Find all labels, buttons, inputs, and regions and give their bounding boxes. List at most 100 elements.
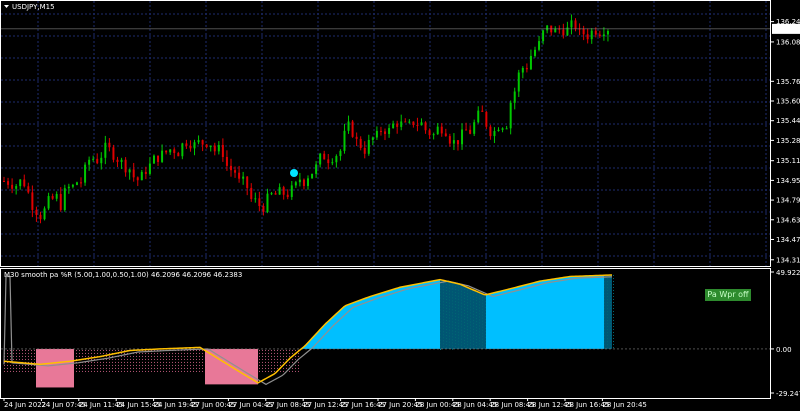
- candle-body: [307, 178, 309, 186]
- indicator-toggle-button[interactable]: Pa Wpr off: [705, 289, 751, 301]
- indicator-dot: [16, 367, 17, 369]
- indicator-dot: [76, 349, 77, 351]
- indicator-dot: [175, 352, 176, 354]
- indicator-dot: [172, 367, 173, 369]
- candle-body: [27, 186, 30, 193]
- indicator-dot: [202, 364, 203, 366]
- indicator-dot: [172, 364, 173, 366]
- indicator-dot: [298, 355, 299, 357]
- candle-body: [533, 49, 536, 56]
- candle-body: [416, 125, 419, 127]
- candle-body: [440, 126, 443, 134]
- indicator-dot: [16, 358, 17, 360]
- candle-body: [80, 182, 83, 184]
- indicator-dot: [13, 349, 14, 351]
- indicator-dot: [121, 349, 122, 351]
- indicator-dot: [196, 349, 197, 351]
- indicator-dot: [10, 367, 11, 369]
- indicator-dot: [25, 370, 26, 372]
- indicator-dot: [22, 358, 23, 360]
- indicator-dot: [25, 367, 26, 369]
- candle-body: [408, 121, 411, 123]
- indicator-dot: [181, 367, 182, 369]
- indicator-dot: [22, 364, 23, 366]
- indicator-dot: [115, 364, 116, 366]
- indicator-dot: [190, 361, 191, 363]
- indicator-dot: [19, 355, 20, 357]
- candle-body: [242, 176, 245, 179]
- indicator-dot: [259, 361, 260, 363]
- indicator-dot: [76, 364, 77, 366]
- indicator-dot: [142, 370, 143, 372]
- indicator-dot: [274, 358, 275, 360]
- indicator-dot: [148, 361, 149, 363]
- indicator-dot: [139, 352, 140, 354]
- indicator-dot: [268, 358, 269, 360]
- indicator-dot: [118, 349, 119, 351]
- indicator-dot: [109, 355, 110, 357]
- indicator-dot: [178, 370, 179, 372]
- indicator-dot: [145, 370, 146, 372]
- indicator-dot: [298, 352, 299, 354]
- indicator-dot: [295, 349, 296, 351]
- indicator-dot: [277, 352, 278, 354]
- indicator-dot: [79, 349, 80, 351]
- candle-body: [529, 55, 532, 70]
- indicator-dot: [271, 361, 272, 363]
- indicator-dot: [31, 361, 32, 363]
- indicator-dot: [148, 364, 149, 366]
- indicator-dot: [160, 361, 161, 363]
- indicator-dot: [34, 355, 35, 357]
- current-price-label: 136.186: [774, 25, 800, 33]
- indicator-dot: [145, 355, 146, 357]
- indicator-dot: [7, 367, 8, 369]
- indicator-dot: [106, 370, 107, 372]
- indicator-dot: [106, 349, 107, 351]
- indicator-dot: [82, 370, 83, 372]
- indicator-dot: [196, 364, 197, 366]
- indicator-dot: [88, 352, 89, 354]
- indicator-dot: [175, 358, 176, 360]
- candle-body: [124, 159, 127, 173]
- indicator-dot: [109, 349, 110, 351]
- indicator-dot: [154, 361, 155, 363]
- indicator-dot: [178, 352, 179, 354]
- indicator-dot: [259, 364, 260, 366]
- indicator-dot: [28, 358, 29, 360]
- indicator-dot: [283, 370, 284, 372]
- indicator-dot: [280, 358, 281, 360]
- candle-body: [246, 176, 249, 188]
- indicator-dot: [196, 352, 197, 354]
- indicator-dot: [172, 358, 173, 360]
- indicator-dot: [295, 355, 296, 357]
- indicator-dot: [34, 358, 35, 360]
- indicator-dot: [118, 367, 119, 369]
- candle-body: [461, 129, 464, 145]
- indicator-dot: [25, 364, 26, 366]
- indicator-dot: [154, 358, 155, 360]
- indicator-dot: [175, 361, 176, 363]
- candle-body: [335, 156, 338, 163]
- indicator-dot: [130, 367, 131, 369]
- indicator-dot: [136, 355, 137, 357]
- indicator-dot: [112, 364, 113, 366]
- indicator-dot: [151, 367, 152, 369]
- indicator-dot: [22, 349, 23, 351]
- chart-window[interactable]: USDJPY,M15 M30 smooth pa %R (5.00,1.00,0.…: [0, 0, 800, 411]
- indicator-dot: [85, 367, 86, 369]
- indicator-dot: [121, 367, 122, 369]
- indicator-dot: [109, 367, 110, 369]
- indicator-dot: [193, 370, 194, 372]
- indicator-dot: [265, 349, 266, 351]
- candle-body: [35, 209, 38, 215]
- indicator-dot: [265, 370, 266, 372]
- indicator-dot: [112, 367, 113, 369]
- indicator-dot: [199, 358, 200, 360]
- indicator-dot: [289, 355, 290, 357]
- indicator-dot: [127, 355, 128, 357]
- indicator-dot: [295, 364, 296, 366]
- indicator-dot: [274, 355, 275, 357]
- price-axis-label: 135.760: [776, 78, 800, 86]
- candle-body: [104, 142, 107, 158]
- candle-body: [562, 29, 565, 36]
